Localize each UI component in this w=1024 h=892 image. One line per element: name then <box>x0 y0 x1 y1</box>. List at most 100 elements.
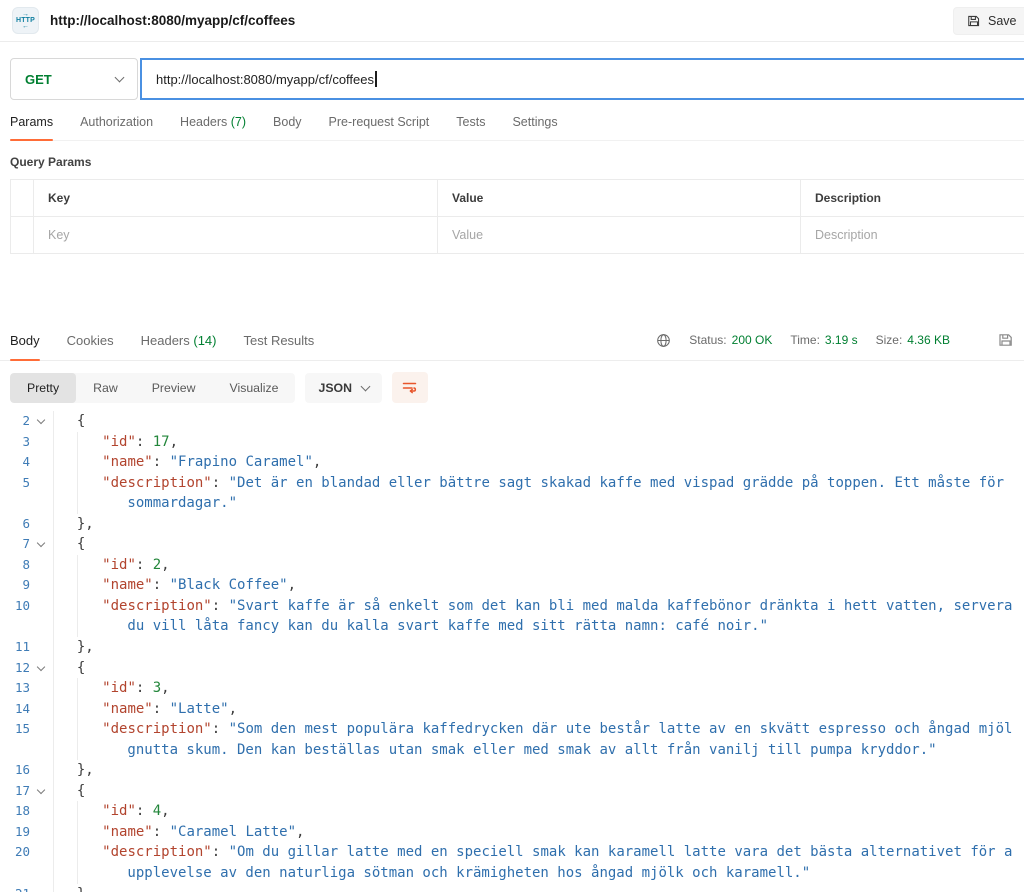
line-number: 5 <box>0 473 30 494</box>
gutter-space <box>30 637 53 658</box>
line-number: 17 <box>0 781 30 802</box>
code-text: du vill låta fancy kan du kalla svart ka… <box>53 616 1024 637</box>
tab-settings[interactable]: Settings <box>512 115 557 140</box>
response-meta: Status: 200 OK Time: 3.19 s Size: 4.36 K… <box>656 332 1014 360</box>
code-line: 11 }, <box>0 637 1024 658</box>
line-number: 7 <box>0 534 30 555</box>
tab-body[interactable]: Body <box>273 115 302 140</box>
collapse-chevron-icon[interactable] <box>30 534 53 555</box>
tab-pre-request-script[interactable]: Pre-request Script <box>329 115 430 140</box>
code-block: 2 {3 "id": 17,4 "name": "Frapino Caramel… <box>0 411 1024 892</box>
collapse-chevron-icon[interactable] <box>30 411 53 432</box>
code-text: { <box>53 781 1024 802</box>
line-number: 8 <box>0 555 30 576</box>
value-column-header: Value <box>438 180 801 217</box>
code-text: gnutta skum. Den kan beställas utan smak… <box>53 740 1024 761</box>
save-response-button[interactable] <box>998 332 1014 348</box>
line-number: 11 <box>0 637 30 658</box>
line-number: 19 <box>0 822 30 843</box>
code-text: { <box>53 658 1024 679</box>
line-number: 10 <box>0 596 30 617</box>
code-text: "description": "Det är en blandad eller … <box>53 473 1024 494</box>
view-visualize[interactable]: Visualize <box>212 373 295 403</box>
gutter-space <box>30 842 53 863</box>
code-text: "description": "Som den mest populära ka… <box>53 719 1024 740</box>
status-value: 200 OK <box>732 333 773 347</box>
value-input[interactable]: Value <box>438 217 801 254</box>
gutter-space <box>30 555 53 576</box>
collapse-chevron-icon[interactable] <box>30 781 53 802</box>
view-segmented-control: Pretty Raw Preview Visualize <box>10 373 295 403</box>
gutter-space <box>30 616 53 637</box>
tab-response-body[interactable]: Body <box>10 325 40 360</box>
save-button-label: Save <box>988 14 1017 28</box>
view-pretty[interactable]: Pretty <box>10 373 76 403</box>
code-line: 6 }, <box>0 514 1024 535</box>
gutter-space <box>30 760 53 781</box>
code-line: 13 "id": 3, <box>0 678 1024 699</box>
tab-headers[interactable]: Headers (7) <box>180 115 246 140</box>
method-label: GET <box>25 72 52 87</box>
time-value: 3.19 s <box>825 333 858 347</box>
tab-tests[interactable]: Tests <box>456 115 485 140</box>
request-bar: GET http://localhost:8080/myapp/cf/coffe… <box>10 58 1024 100</box>
text-cursor <box>375 71 377 87</box>
tab-response-headers[interactable]: Headers (14) <box>141 325 217 360</box>
code-line: du vill låta fancy kan du kalla svart ka… <box>0 616 1024 637</box>
code-text: "id": 3, <box>53 678 1024 699</box>
tab-authorization[interactable]: Authorization <box>80 115 153 140</box>
line-number: 6 <box>0 514 30 535</box>
code-text: { <box>53 411 1024 432</box>
line-number: 18 <box>0 801 30 822</box>
code-text: "name": "Black Coffee", <box>53 575 1024 596</box>
tab-params[interactable]: Params <box>10 115 53 140</box>
save-button[interactable]: Save <box>953 7 1024 35</box>
line-number <box>0 863 30 884</box>
code-text: }, <box>53 760 1024 781</box>
view-preview[interactable]: Preview <box>135 373 213 403</box>
line-number: 2 <box>0 411 30 432</box>
code-line: 17 { <box>0 781 1024 802</box>
line-number: 16 <box>0 760 30 781</box>
status-badge: Status: 200 OK <box>689 333 772 347</box>
code-text: "description": "Svart kaffe är så enkelt… <box>53 596 1024 617</box>
wrap-lines-button[interactable] <box>392 372 428 403</box>
language-select[interactable]: JSON <box>305 373 382 403</box>
gutter-space <box>30 884 53 892</box>
code-line: 18 "id": 4, <box>0 801 1024 822</box>
collapse-chevron-icon[interactable] <box>30 658 53 679</box>
code-line: 2 { <box>0 411 1024 432</box>
view-raw[interactable]: Raw <box>76 373 135 403</box>
code-text: }, <box>53 514 1024 535</box>
tab-cookies[interactable]: Cookies <box>67 325 114 360</box>
description-input[interactable]: Description <box>801 217 1024 254</box>
response-tabs: Body Cookies Headers (14) Test Results <box>10 325 314 360</box>
code-line: upplevelse av den naturliga sötman och k… <box>0 863 1024 884</box>
url-input[interactable]: http://localhost:8080/myapp/cf/coffees <box>140 58 1024 100</box>
line-number: 12 <box>0 658 30 679</box>
code-text: "id": 17, <box>53 432 1024 453</box>
code-text: "id": 4, <box>53 801 1024 822</box>
gutter-space <box>30 575 53 596</box>
code-line: 8 "id": 2, <box>0 555 1024 576</box>
gutter-space <box>30 452 53 473</box>
gutter-space <box>30 432 53 453</box>
key-input[interactable]: Key <box>34 217 438 254</box>
url-text: http://localhost:8080/myapp/cf/coffees <box>156 72 374 87</box>
arrow-left-icon: ← <box>22 24 29 29</box>
chevron-down-icon <box>115 73 125 83</box>
code-line: 5 "description": "Det är en blandad elle… <box>0 473 1024 494</box>
response-view-toolbar: Pretty Raw Preview Visualize JSON <box>10 372 1024 403</box>
wrap-lines-icon <box>401 379 418 396</box>
code-line: 21 }, <box>0 884 1024 892</box>
tab-test-results[interactable]: Test Results <box>243 325 314 360</box>
line-number: 21 <box>0 884 30 892</box>
chevron-down-icon <box>361 381 371 391</box>
code-line: 14 "name": "Latte", <box>0 699 1024 720</box>
request-tabs: Params Authorization Headers (7) Body Pr… <box>10 115 1024 141</box>
method-select[interactable]: GET <box>10 58 138 100</box>
code-line: 12 { <box>0 658 1024 679</box>
gutter-space <box>30 493 53 514</box>
gutter-space <box>30 719 53 740</box>
floppy-disk-icon <box>967 14 981 28</box>
